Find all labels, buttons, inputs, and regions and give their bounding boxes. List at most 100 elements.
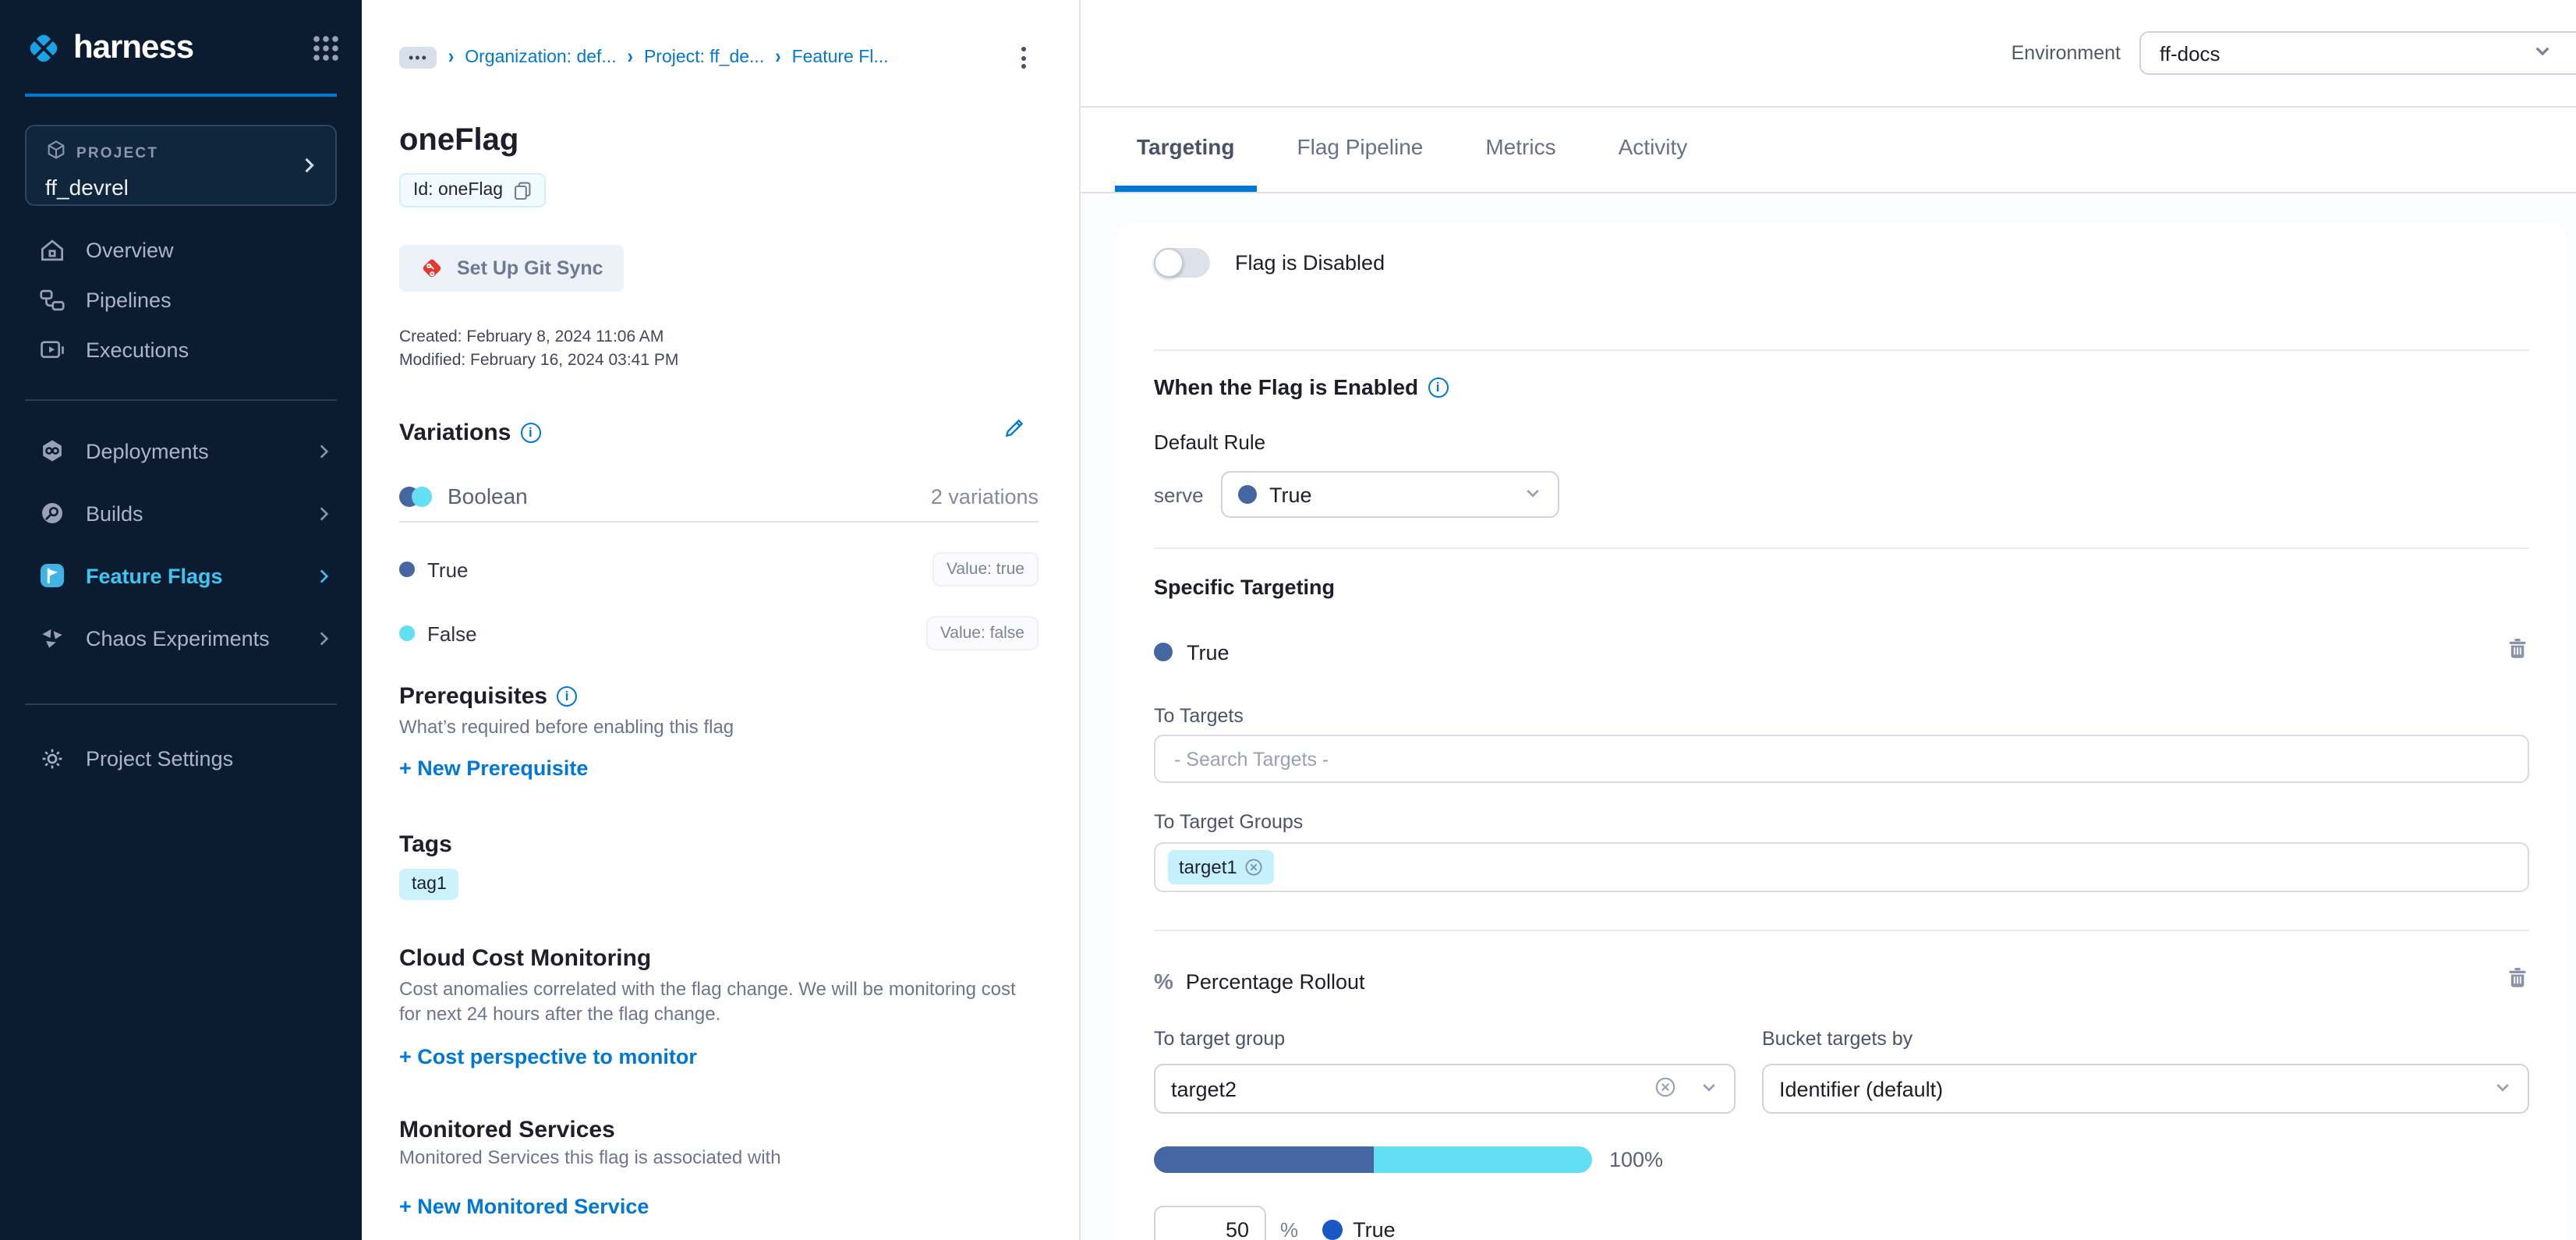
- sidebar-item-label: Executions: [86, 338, 334, 361]
- breadcrumb-project[interactable]: Project: ff_de...: [644, 48, 764, 67]
- pipelines-icon: [37, 285, 67, 314]
- project-selector[interactable]: PROJECT ff_devrel: [25, 125, 337, 206]
- flag-enabled-toggle[interactable]: [1154, 247, 1210, 277]
- to-target-groups-label: To Target Groups: [1154, 808, 2529, 834]
- cost-perspective-link[interactable]: + Cost perspective to monitor: [399, 1044, 697, 1068]
- sidebar-nav-top: Overview Pipelines: [0, 225, 362, 374]
- cloud-cost-heading: Cloud Cost Monitoring: [399, 944, 651, 971]
- remove-chip-icon[interactable]: [1245, 858, 1264, 877]
- variation-type-row: Boolean 2 variations: [399, 479, 1039, 513]
- sidebar-item-pipelines[interactable]: Pipelines: [0, 275, 362, 324]
- info-icon[interactable]: [557, 686, 577, 707]
- flag-id-chip[interactable]: Id: oneFlag: [399, 173, 545, 207]
- to-targets-label: To Targets: [1154, 702, 2529, 728]
- prerequisites-heading: Prerequisites: [399, 683, 577, 710]
- builds-icon: [37, 498, 67, 528]
- git-sync-label: Set Up Git Sync: [457, 257, 603, 279]
- environment-header: Environment ff-docs: [1081, 0, 2576, 108]
- edit-variations-icon[interactable]: [1003, 416, 1026, 448]
- info-icon[interactable]: [1428, 377, 1448, 397]
- sidebar-item-label: Builds: [86, 501, 295, 525]
- divider: [1154, 930, 2529, 931]
- bucket-value: Identifier (default): [1779, 1077, 1943, 1100]
- breadcrumb: ••• › Organization: def... › Project: ff…: [399, 42, 1039, 73]
- clear-selection-icon[interactable]: [1654, 1075, 1676, 1102]
- sidebar-item-chaos-experiments[interactable]: Chaos Experiments: [0, 607, 362, 669]
- serve-label: serve: [1154, 483, 1221, 506]
- gear-icon: [37, 743, 67, 773]
- weight-variation: True: [1353, 1217, 1396, 1240]
- chevron-right-icon: ›: [775, 47, 780, 69]
- targets-search-input[interactable]: [1171, 746, 2512, 771]
- sidebar-item-executions[interactable]: Executions: [0, 324, 362, 374]
- sidebar-item-project-settings[interactable]: Project Settings: [0, 727, 362, 789]
- prerequisites-description: What’s required before enabling this fla…: [399, 714, 1039, 740]
- project-label: PROJECT: [76, 145, 158, 162]
- breadcrumb-ellipsis[interactable]: •••: [399, 47, 437, 69]
- percent-icon: %: [1154, 969, 1173, 994]
- to-target-group-label: To target group: [1154, 1027, 1736, 1049]
- info-icon[interactable]: [520, 422, 540, 442]
- weight-input[interactable]: [1155, 1216, 1265, 1240]
- sidebar-item-feature-flags[interactable]: Feature Flags: [0, 544, 362, 607]
- git-icon: [419, 256, 444, 281]
- variation-true-dot: [1238, 485, 1257, 504]
- tab-activity[interactable]: Activity: [1597, 108, 1710, 192]
- tab-targeting[interactable]: Targeting: [1115, 108, 1257, 192]
- sidebar-item-overview[interactable]: Overview: [0, 225, 362, 275]
- bucket-targets-by-select[interactable]: Identifier (default): [1762, 1064, 2529, 1114]
- environment-select[interactable]: ff-docs: [2139, 31, 2576, 75]
- specific-targeting-heading: Specific Targeting: [1154, 571, 2529, 602]
- target-group-chip: target1: [1168, 850, 1275, 884]
- variation-value-chip: Value: false: [926, 616, 1039, 650]
- sidebar-nav-modules: Deployments Builds: [0, 420, 362, 669]
- logo-text: harness: [73, 30, 312, 67]
- weight-field[interactable]: [1154, 1206, 1266, 1240]
- sidebar-item-builds[interactable]: Builds: [0, 482, 362, 544]
- boolean-type-icon: [399, 486, 432, 506]
- modified-timestamp: Modified: February 16, 2024 03:41 PM: [399, 349, 1039, 373]
- chevron-right-icon: [313, 503, 334, 523]
- variation-row-false: False Value: false: [399, 615, 1039, 652]
- rollout-target-group-value: target2: [1171, 1077, 1237, 1100]
- variation-type: Boolean: [448, 484, 528, 508]
- bucket-targets-by-label: Bucket targets by: [1762, 1027, 2529, 1049]
- target-groups-field[interactable]: target1: [1154, 842, 2529, 892]
- tab-metrics[interactable]: Metrics: [1463, 108, 1577, 192]
- sidebar-item-label: Chaos Experiments: [86, 626, 295, 650]
- tab-bar: Targeting Flag Pipeline Metrics Activity: [1081, 108, 2576, 193]
- targets-search-field[interactable]: [1154, 735, 2529, 783]
- new-monitored-service-link[interactable]: + New Monitored Service: [399, 1195, 649, 1218]
- copy-icon[interactable]: [512, 181, 531, 200]
- enabled-heading: When the Flag is Enabled: [1154, 370, 2529, 404]
- rollout-target-group-select[interactable]: target2: [1154, 1064, 1736, 1114]
- rollout-total-label: 100%: [1609, 1148, 1663, 1171]
- new-prerequisite-link[interactable]: + New Prerequisite: [399, 756, 588, 779]
- setup-git-sync-button[interactable]: Set Up Git Sync: [399, 245, 624, 292]
- monitored-services-description: Monitored Services this flag is associat…: [399, 1144, 1039, 1170]
- chevron-down-icon: [2532, 41, 2553, 66]
- chaos-experiments-icon: [37, 623, 67, 653]
- delete-rollout-icon[interactable]: [2506, 965, 2529, 997]
- breadcrumb-organization[interactable]: Organization: def...: [465, 48, 616, 67]
- deployments-icon: [37, 436, 67, 466]
- module-grid-icon[interactable]: [312, 34, 340, 62]
- flag-title: oneFlag: [399, 120, 1039, 161]
- sidebar-item-deployments[interactable]: Deployments: [0, 420, 362, 482]
- variation-count: 2 variations: [931, 484, 1039, 508]
- flag-detail-panel: ••• › Organization: def... › Project: ff…: [362, 0, 1081, 1240]
- tab-flag-pipeline[interactable]: Flag Pipeline: [1276, 108, 1445, 192]
- cube-icon: [45, 139, 67, 168]
- logo-row: harness: [0, 0, 362, 97]
- default-rule-label: Default Rule: [1154, 426, 2529, 457]
- cloud-cost-description: Cost anomalies correlated with the flag …: [399, 976, 1039, 1027]
- default-rule-serve-select[interactable]: True: [1221, 471, 1559, 518]
- breadcrumb-feature-flags[interactable]: Feature Fl...: [792, 48, 889, 67]
- kebab-menu-icon[interactable]: [1018, 44, 1029, 72]
- variations-heading: Variations: [399, 419, 540, 445]
- variation-row-true: True Value: true: [399, 551, 1039, 588]
- sidebar-nav-bottom: Project Settings: [0, 727, 362, 789]
- monitored-services-heading: Monitored Services: [399, 1116, 615, 1143]
- delete-rule-icon[interactable]: [2506, 636, 2529, 668]
- rollout-segment-true: [1154, 1146, 1373, 1173]
